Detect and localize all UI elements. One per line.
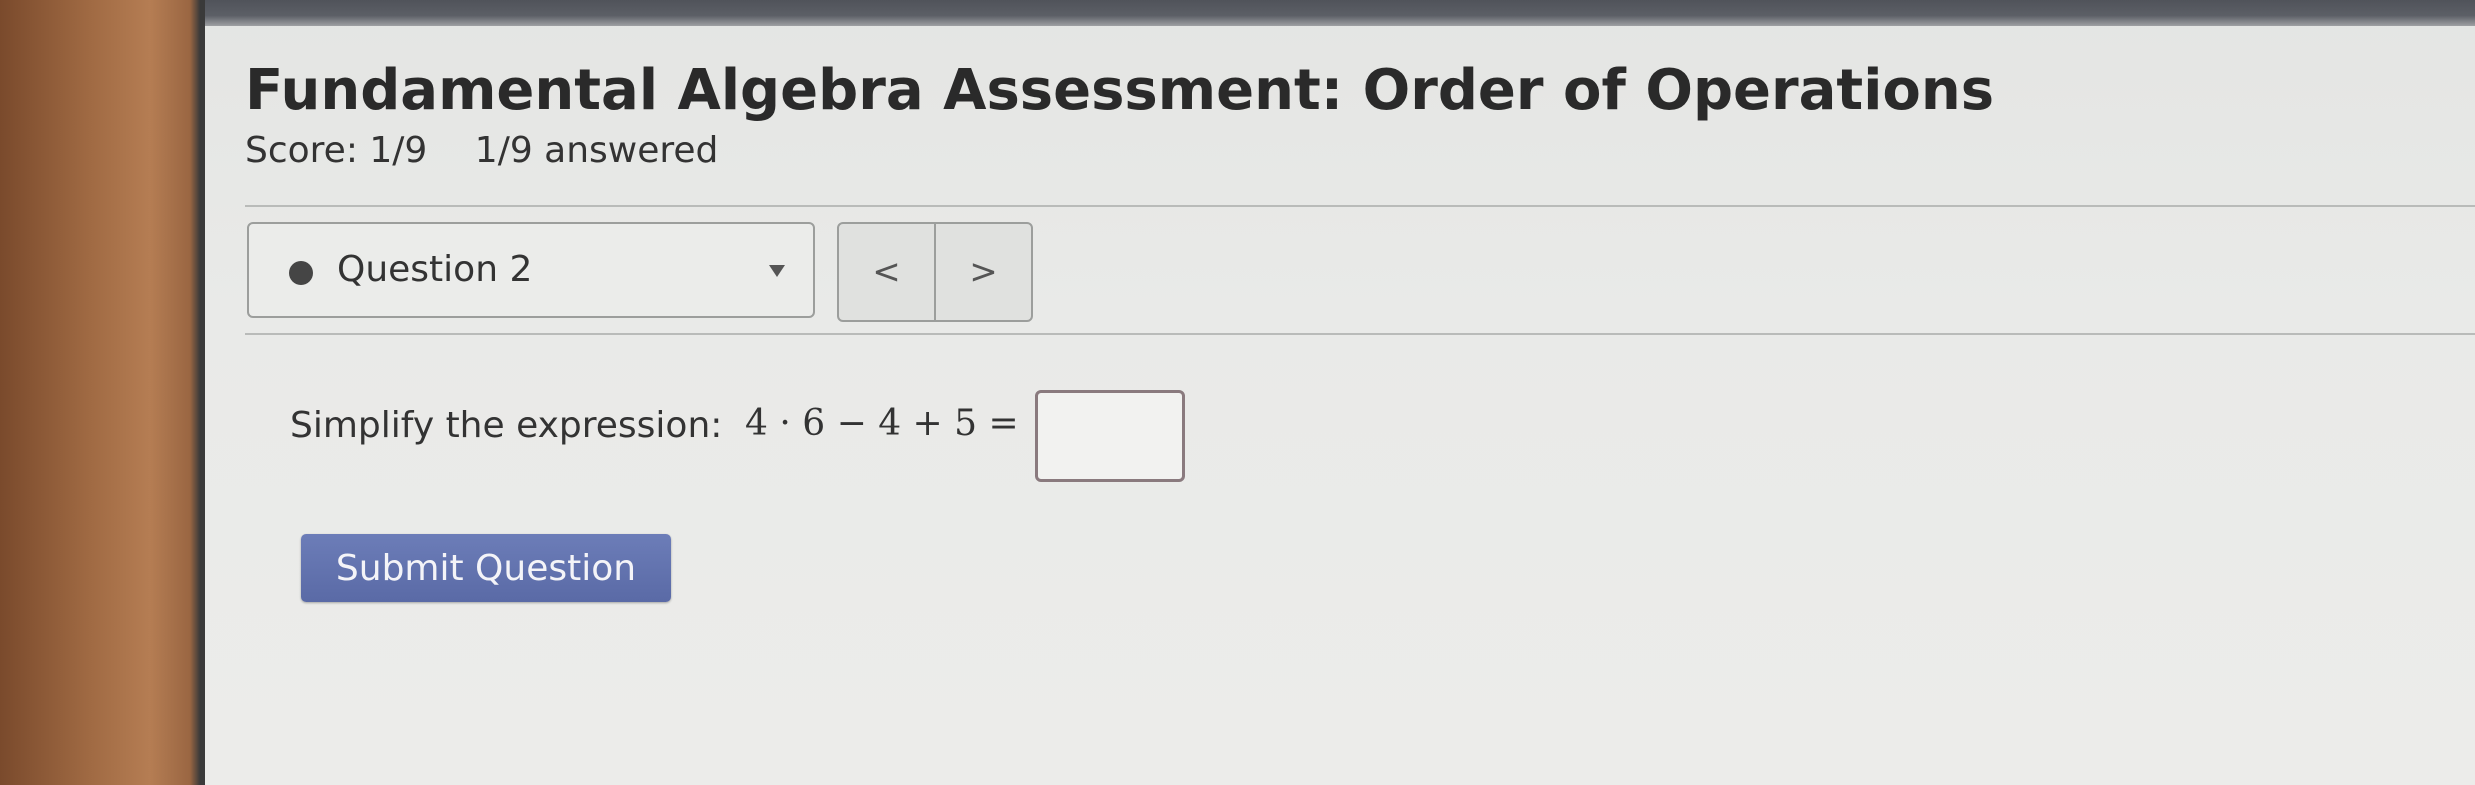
math-expression: 4 · 6 − 4 + 5 =: [745, 403, 1019, 444]
question-nav-group: < >: [837, 222, 1033, 322]
submit-question-button[interactable]: Submit Question: [301, 534, 671, 602]
divider: [245, 205, 2475, 207]
page-title: Fundamental Algebra Assessment: Order of…: [245, 58, 1995, 123]
question-select-label: Question 2: [337, 249, 533, 290]
chevron-left-icon: <: [872, 252, 901, 292]
answered-count: 1/9 answered: [474, 130, 719, 171]
answer-input[interactable]: [1035, 390, 1185, 482]
previous-question-button[interactable]: <: [839, 224, 936, 320]
chevron-right-icon: >: [969, 252, 998, 292]
caret-down-icon: [769, 265, 785, 277]
score-text: Score: 1/9: [245, 130, 428, 171]
score-line: Score: 1/9 1/9 answered: [245, 130, 754, 171]
assessment-screen: Fundamental Algebra Assessment: Order of…: [205, 0, 2475, 785]
status-dot-icon: [289, 261, 313, 285]
divider: [245, 333, 2475, 335]
next-question-button[interactable]: >: [936, 224, 1031, 320]
question-prompt: Simplify the expression:: [290, 405, 723, 446]
question-select-dropdown[interactable]: Question 2: [247, 222, 815, 318]
monitor-bezel: [205, 0, 2475, 26]
